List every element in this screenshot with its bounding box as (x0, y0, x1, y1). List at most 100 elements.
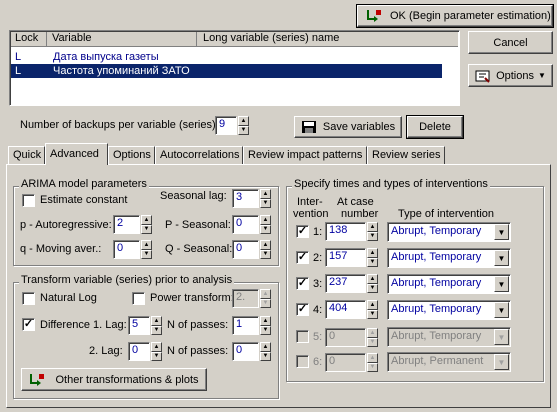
intervention-5-case-input[interactable]: 0 (325, 328, 366, 347)
spin-up-icon[interactable]: ▲ (367, 328, 378, 338)
spin-up-icon[interactable]: ▲ (151, 316, 162, 326)
P-seasonal-input[interactable]: 0 (232, 215, 259, 234)
spin-down-icon[interactable]: ▼ (260, 249, 271, 259)
spin-down-icon[interactable]: ▼ (367, 309, 378, 319)
table-row-selected[interactable]: L Частота упоминаний ЗАТО (11, 64, 442, 78)
spin-down-icon[interactable]: ▼ (151, 351, 162, 361)
spin-up-icon[interactable]: ▲ (260, 316, 271, 326)
spin-up-icon[interactable]: ▲ (260, 215, 271, 225)
spin-down-icon[interactable]: ▼ (141, 249, 152, 259)
intervention-5-spinner[interactable]: ▲ ▼ (367, 328, 378, 347)
intervention-4-type-select[interactable]: Abrupt, Temporary ▼ (387, 300, 511, 320)
options-button[interactable]: Options ▼ (468, 64, 553, 87)
spin-down-icon[interactable]: ▼ (367, 257, 378, 267)
seasonal-lag-spinner[interactable]: ▲ ▼ (260, 189, 271, 208)
col-header-variable[interactable]: Variable (47, 32, 197, 47)
intervention-2-type-select[interactable]: Abrupt, Temporary ▼ (387, 248, 511, 268)
spin-up-icon[interactable]: ▲ (141, 240, 152, 250)
intervention-1-case-input[interactable]: 138 (325, 222, 366, 241)
ok-begin-estimation-button[interactable]: OK (Begin parameter estimation) (356, 4, 554, 28)
intervention-1-spinner[interactable]: ▲ ▼ (367, 222, 378, 241)
q-input[interactable]: 0 (113, 240, 140, 259)
intervention-2-checkbox[interactable]: ✓ (296, 251, 309, 264)
tab-quick[interactable]: Quick (8, 146, 45, 164)
intervention-4-checkbox[interactable]: ✓ (296, 303, 309, 316)
intervention-6-type-select[interactable]: Abrupt, Permanent ▼ (387, 352, 511, 372)
Q-seasonal-input[interactable]: 0 (232, 240, 259, 259)
spin-down-icon[interactable]: ▼ (141, 224, 152, 234)
variable-list[interactable]: Lock Variable Long variable (series) nam… (9, 30, 460, 106)
cancel-button[interactable]: Cancel (468, 31, 553, 54)
spin-down-icon[interactable]: ▼ (151, 325, 162, 335)
intervention-6-checkbox[interactable] (296, 355, 309, 368)
difference-checkbox[interactable]: ✓ (22, 318, 35, 331)
spin-down-icon[interactable]: ▼ (260, 325, 271, 335)
spin-up-icon[interactable]: ▲ (367, 353, 378, 363)
spin-down-icon[interactable]: ▼ (260, 351, 271, 361)
spin-up-icon[interactable]: ▲ (367, 248, 378, 258)
spin-up-icon[interactable]: ▲ (260, 289, 271, 299)
dropdown-arrow-icon[interactable]: ▼ (494, 276, 509, 292)
p-input[interactable]: 2 (113, 215, 140, 234)
dropdown-arrow-icon[interactable]: ▼ (494, 354, 509, 370)
dropdown-arrow-icon[interactable]: ▼ (494, 250, 509, 266)
spin-down-icon[interactable]: ▼ (367, 283, 378, 293)
diff1-lag-spinner[interactable]: ▲ ▼ (151, 316, 162, 335)
spin-up-icon[interactable]: ▲ (260, 342, 271, 352)
diff2-lag-input[interactable]: 0 (128, 342, 150, 361)
q-spinner[interactable]: ▲ ▼ (141, 240, 152, 259)
intervention-3-checkbox[interactable]: ✓ (296, 277, 309, 290)
tab-advanced[interactable]: Advanced (45, 143, 108, 165)
diff1-passes-input[interactable]: 1 (232, 316, 259, 335)
diff2-passes-spinner[interactable]: ▲ ▼ (260, 342, 271, 361)
estimate-constant-checkbox[interactable] (22, 194, 35, 207)
intervention-2-case-input[interactable]: 157 (325, 248, 366, 267)
spin-down-icon[interactable]: ▼ (367, 362, 378, 372)
spin-up-icon[interactable]: ▲ (367, 274, 378, 284)
dropdown-arrow-icon[interactable]: ▼ (494, 329, 509, 345)
natural-log-checkbox[interactable] (22, 292, 35, 305)
diff2-lag-spinner[interactable]: ▲ ▼ (151, 342, 162, 361)
power-transform-spinner[interactable]: ▲ ▼ (260, 289, 271, 308)
other-transformations-button[interactable]: Other transformations & plots (21, 368, 207, 391)
backups-spinner[interactable]: ▲ ▼ (238, 116, 249, 135)
intervention-6-spinner[interactable]: ▲ ▼ (367, 353, 378, 372)
diff1-lag-input[interactable]: 5 (128, 316, 150, 335)
spin-down-icon[interactable]: ▼ (367, 337, 378, 347)
intervention-3-spinner[interactable]: ▲ ▼ (367, 274, 378, 293)
spin-down-icon[interactable]: ▼ (367, 231, 378, 241)
intervention-3-type-select[interactable]: Abrupt, Temporary ▼ (387, 274, 511, 294)
intervention-1-checkbox[interactable]: ✓ (296, 225, 309, 238)
intervention-4-case-input[interactable]: 404 (325, 300, 366, 319)
col-header-long-name[interactable]: Long variable (series) name (197, 32, 458, 47)
diff1-passes-spinner[interactable]: ▲ ▼ (260, 316, 271, 335)
Q-seasonal-spinner[interactable]: ▲ ▼ (260, 240, 271, 259)
spin-down-icon[interactable]: ▼ (238, 125, 249, 135)
tab-options[interactable]: Options (108, 146, 155, 164)
delete-button[interactable]: Delete (406, 115, 464, 139)
intervention-2-spinner[interactable]: ▲ ▼ (367, 248, 378, 267)
diff2-passes-input[interactable]: 0 (232, 342, 259, 361)
spin-up-icon[interactable]: ▲ (141, 215, 152, 225)
spin-up-icon[interactable]: ▲ (238, 116, 249, 126)
spin-up-icon[interactable]: ▲ (260, 189, 271, 199)
table-row[interactable]: L Дата выпуска газеты (11, 50, 442, 64)
save-variables-button[interactable]: Save variables (294, 116, 402, 138)
spin-down-icon[interactable]: ▼ (260, 298, 271, 308)
backups-input[interactable]: 9 (215, 116, 237, 135)
seasonal-lag-input[interactable]: 3 (232, 189, 259, 208)
spin-up-icon[interactable]: ▲ (367, 300, 378, 310)
spin-up-icon[interactable]: ▲ (367, 222, 378, 232)
intervention-4-spinner[interactable]: ▲ ▼ (367, 300, 378, 319)
dropdown-arrow-icon[interactable]: ▼ (494, 302, 509, 318)
p-spinner[interactable]: ▲ ▼ (141, 215, 152, 234)
tab-review-impact-patterns[interactable]: Review impact patterns (243, 146, 367, 164)
tab-review-series[interactable]: Review series (367, 146, 445, 164)
dropdown-arrow-icon[interactable]: ▼ (494, 224, 509, 240)
col-header-lock[interactable]: Lock (11, 32, 47, 47)
power-transform-input[interactable]: 2. (232, 289, 259, 308)
spin-up-icon[interactable]: ▲ (151, 342, 162, 352)
intervention-1-type-select[interactable]: Abrupt, Temporary ▼ (387, 222, 511, 242)
intervention-5-type-select[interactable]: Abrupt, Temporary ▼ (387, 327, 511, 347)
power-transform-checkbox[interactable] (132, 292, 145, 305)
